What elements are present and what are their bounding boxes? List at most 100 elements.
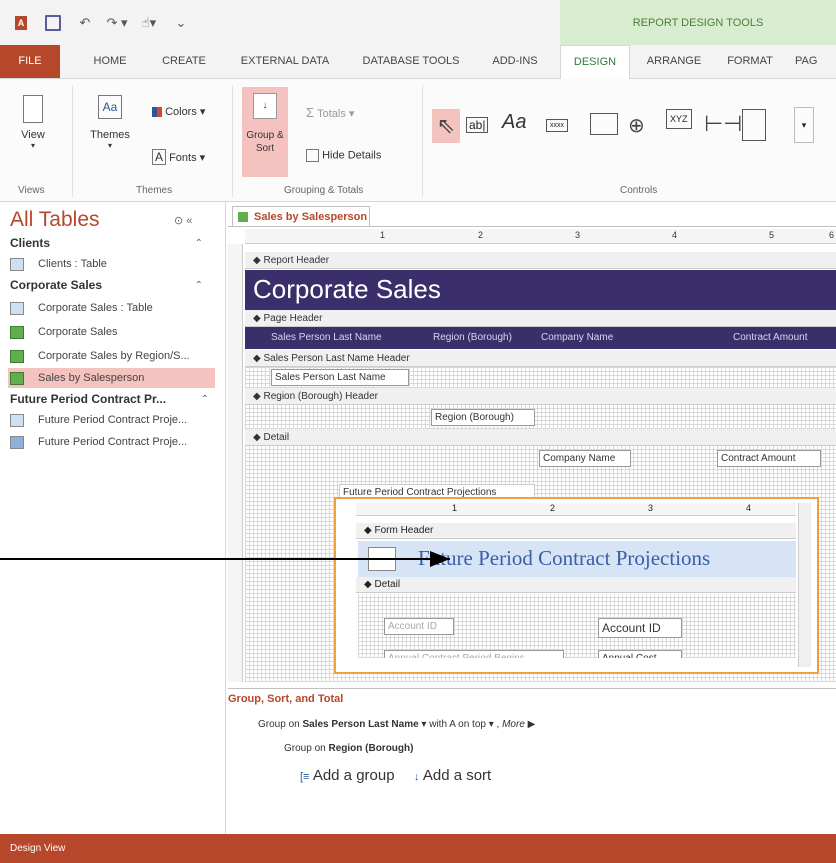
tab-database-tools[interactable]: DATABASE TOOLS (358, 45, 464, 78)
button-tool[interactable]: xxxx (546, 119, 568, 132)
nav-item-future-period-table[interactable]: Future Period Contract Proje... (10, 410, 217, 430)
section-detail[interactable]: ◆ Detail (245, 429, 836, 446)
add-sort-icon: ↓ (414, 771, 420, 783)
field-sales-person-last-name[interactable]: Sales Person Last Name (271, 369, 409, 386)
tab-create[interactable]: CREATE (156, 45, 212, 78)
navigation-control-tool[interactable]: ⊢⊣ (704, 111, 742, 137)
nav-group-clients[interactable]: Clients (10, 236, 50, 250)
redo-icon[interactable]: ↷ ▾ (106, 12, 128, 34)
group-label-controls: Controls (620, 185, 658, 196)
nav-item-clients-table[interactable]: Clients : Table (10, 254, 217, 274)
subform-detail-grid[interactable]: Account ID Account ID Annual Contract Pe… (358, 594, 796, 658)
add-group-icon: [≡ (300, 771, 310, 783)
undo-icon[interactable]: ↶ (74, 12, 96, 34)
nav-item-corporate-sales-table[interactable]: Corporate Sales : Table (10, 298, 217, 318)
save-icon[interactable] (42, 12, 64, 34)
section-label: Detail (263, 432, 290, 443)
subform-label-account-id[interactable]: Account ID (384, 618, 454, 635)
section-report-header[interactable]: ◆ Report Header (245, 252, 836, 269)
fonts-button[interactable]: A Fonts ▾ (152, 149, 222, 165)
subform-field-annual-cost[interactable]: Annual Cost (598, 650, 682, 658)
tab-page-setup[interactable]: PAG (795, 45, 836, 78)
collapse-chevron-icon[interactable]: ⌃ (201, 394, 209, 405)
column-header-company[interactable]: Company Name (541, 330, 613, 346)
page-header-band[interactable]: Sales Person Last Name Region (Borough) … (245, 327, 836, 349)
nav-item-label: Clients : Table (38, 258, 107, 270)
ruler-mark: 1 (380, 230, 386, 240)
add-group-button[interactable]: [≡ Add a group (300, 767, 395, 784)
report-title[interactable]: Corporate Sales (253, 274, 441, 305)
customize-qat-icon[interactable]: ⌄ (170, 12, 192, 34)
nav-title[interactable]: All Tables (10, 208, 100, 232)
tab-format[interactable]: FORMAT (720, 45, 780, 78)
tab-arrange[interactable]: ARRANGE (643, 45, 705, 78)
nav-item-corporate-sales-report[interactable]: Corporate Sales (10, 322, 217, 342)
subform-section-form-header[interactable]: ◆ Form Header (356, 523, 796, 539)
nav-menu-icon[interactable]: ⊙ « (174, 214, 192, 227)
view-label: View (21, 129, 45, 141)
textbox-tool[interactable]: ab| (466, 117, 489, 133)
web-browser-tool[interactable]: XYZ (666, 109, 692, 129)
column-header-contract-amount[interactable]: Contract Amount (733, 330, 807, 346)
subform-section-detail[interactable]: ◆ Detail (356, 577, 796, 593)
tab-control-tool[interactable] (590, 113, 618, 135)
themes-label: Themes (90, 129, 130, 141)
ruler-mark: 2 (550, 503, 556, 513)
tab-design[interactable]: DESIGN (560, 45, 630, 80)
themes-button[interactable]: Aa Themes ▾ (88, 95, 132, 150)
group-sort-label: Group & Sort (246, 130, 284, 154)
collapse-chevron-icon[interactable]: ⌃ (195, 280, 203, 291)
ribbon-separator (422, 85, 423, 197)
hyperlink-tool[interactable]: ⊕ (628, 113, 645, 138)
nav-item-future-period-form[interactable]: Future Period Contract Proje... (10, 432, 217, 452)
totals-button[interactable]: Σ Totals ▾ (306, 105, 354, 120)
section-region-header[interactable]: ◆ Region (Borough) Header (245, 388, 836, 405)
nav-item-sales-by-salesperson[interactable]: Sales by Salesperson (8, 368, 215, 388)
hide-details-button[interactable]: Hide Details (306, 149, 381, 162)
subform-field-account-id[interactable]: Account ID (598, 618, 682, 638)
subform-label-contract-period[interactable]: Annual Contract Period Begins (384, 650, 564, 658)
document-tab[interactable]: Sales by Salesperson (232, 206, 370, 227)
sp-header-grid[interactable]: Sales Person Last Name (245, 367, 836, 388)
report-icon (10, 325, 24, 339)
subform-title[interactable]: Future Period Contract Projections (418, 546, 710, 571)
more-options-link[interactable]: More ▶ (502, 719, 535, 730)
region-header-grid[interactable]: Region (Borough) (245, 405, 836, 429)
hide-details-label: Hide Details (322, 149, 382, 162)
tab-file[interactable]: FILE (0, 45, 60, 78)
view-button[interactable]: View ▾ (18, 95, 48, 150)
add-group-label: Add a group (312, 767, 395, 784)
field-contract-amount[interactable]: Contract Amount (717, 450, 821, 467)
group-row-1[interactable]: Group on Sales Person Last Name ▾ with A… (258, 719, 535, 730)
sort-order[interactable]: with A on top (429, 719, 486, 730)
touch-mode-icon[interactable]: ☝▾ (138, 12, 160, 34)
nav-group-corporate-sales[interactable]: Corporate Sales (10, 278, 102, 292)
group-field[interactable]: Sales Person Last Name (302, 719, 418, 730)
column-header-sales-person[interactable]: Sales Person Last Name (271, 330, 382, 346)
nav-group-future-period[interactable]: Future Period Contract Pr... (10, 392, 166, 406)
label-tool[interactable]: Aa (502, 111, 526, 134)
group-sort-button[interactable]: ↓ Group & Sort (242, 87, 288, 177)
column-header-region[interactable]: Region (Borough) (433, 330, 512, 346)
group-field[interactable]: Region (Borough) (328, 743, 413, 754)
section-sp-header[interactable]: ◆ Sales Person Last Name Header (245, 350, 836, 367)
select-tool[interactable]: ⇖ (432, 109, 460, 143)
collapse-chevron-icon[interactable]: ⌃ (195, 238, 203, 249)
gallery-more-button[interactable]: ▾ (794, 107, 814, 143)
report-icon (10, 349, 24, 363)
tab-external-data[interactable]: EXTERNAL DATA (236, 45, 334, 78)
report-header-band[interactable]: Corporate Sales (245, 270, 836, 310)
subform-vertical-scrollbar[interactable] (798, 503, 811, 667)
colors-button[interactable]: Colors ▾ (152, 105, 222, 118)
nav-item-corporate-sales-by-region[interactable]: Corporate Sales by Region/S... (10, 346, 217, 366)
option-group-tool[interactable] (742, 109, 766, 141)
subform-control[interactable]: 1 2 3 4 ◆ Form Header Future Period Cont… (334, 497, 819, 674)
section-page-header[interactable]: ◆ Page Header (245, 310, 836, 327)
tab-add-ins[interactable]: ADD-INS (488, 45, 542, 78)
field-region-borough[interactable]: Region (Borough) (431, 409, 535, 426)
group-row-2[interactable]: Group on Region (Borough) (284, 743, 413, 754)
tab-home[interactable]: HOME (88, 45, 132, 78)
add-sort-button[interactable]: ↓ Add a sort (414, 767, 491, 784)
ruler-mark: 4 (672, 230, 678, 240)
field-company-name[interactable]: Company Name (539, 450, 631, 467)
